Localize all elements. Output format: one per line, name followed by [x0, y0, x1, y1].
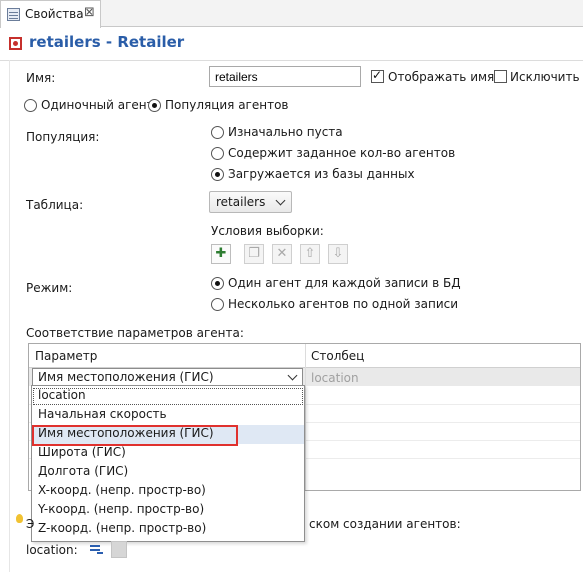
- lightbulb-icon: [16, 514, 23, 523]
- column-cell-placeholder[interactable]: location: [311, 371, 359, 385]
- chevron-down-icon: [275, 195, 286, 206]
- highlight-box: [32, 425, 238, 446]
- left-gutter: [9, 60, 10, 572]
- selection-label: Условия выборки:: [211, 224, 324, 238]
- population-radio[interactable]: [148, 99, 161, 112]
- column-header-parameter[interactable]: Параметр: [35, 349, 97, 363]
- close-icon[interactable]: ⊠: [84, 5, 95, 20]
- add-icon[interactable]: ✚: [211, 244, 231, 264]
- table-select-value: retailers: [216, 195, 266, 209]
- population-count-radio[interactable]: [211, 147, 224, 160]
- table-select[interactable]: retailers: [209, 191, 292, 213]
- dropdown-item[interactable]: Z-коорд. (непр. простр-во): [32, 520, 304, 539]
- properties-panel: Свойства ⊠ retailers - Retailer Имя: Ото…: [0, 0, 583, 572]
- population-option: Содержит заданное кол-во агентов: [228, 146, 456, 160]
- move-up-icon[interactable]: ⇧: [300, 244, 320, 264]
- exclude-label: Исключить: [510, 70, 580, 84]
- dropdown-item[interactable]: Широта (ГИС): [32, 444, 304, 463]
- location-field[interactable]: [111, 541, 127, 558]
- population-option: Изначально пуста: [228, 125, 343, 139]
- show-name-label: Отображать имя: [388, 70, 495, 84]
- population-option: Загружается из базы данных: [228, 167, 415, 181]
- dropdown-item[interactable]: location: [32, 387, 304, 406]
- population-empty-radio[interactable]: [211, 126, 224, 139]
- properties-icon: [7, 8, 20, 21]
- mode-one-per-record-radio[interactable]: [211, 277, 224, 290]
- tab-label: Свойства: [25, 7, 84, 21]
- mapping-label: Соответствие параметров агента:: [26, 326, 244, 340]
- hint-prefix: Э: [26, 517, 35, 531]
- name-field[interactable]: [209, 66, 361, 87]
- dropdown-item[interactable]: Начальная скорость: [32, 406, 304, 425]
- mode-option: Один агент для каждой записи в БД: [228, 276, 461, 290]
- chevron-down-icon: [287, 370, 298, 381]
- parameter-dropdown: location Начальная скорость Имя местопол…: [31, 385, 305, 542]
- population-label: Популяция агентов: [165, 98, 289, 112]
- header-divider: [0, 60, 583, 61]
- page-title: retailers - Retailer: [29, 33, 185, 51]
- tab-properties[interactable]: Свойства ⊠: [0, 0, 101, 28]
- show-name-checkbox[interactable]: [371, 68, 384, 83]
- move-down-icon[interactable]: ⇩: [328, 244, 348, 264]
- population-db-radio[interactable]: [211, 168, 224, 181]
- parameter-select[interactable]: Имя местоположения (ГИС): [32, 368, 303, 386]
- agent-type-icon: [9, 37, 22, 50]
- dropdown-item[interactable]: Y-коорд. (непр. простр-во): [32, 501, 304, 520]
- exclude-checkbox[interactable]: [494, 70, 507, 83]
- dropdown-item[interactable]: Долгота (ГИС): [32, 463, 304, 482]
- column-header-column[interactable]: Столбец: [311, 349, 364, 363]
- population-section-label: Популяция:: [26, 130, 100, 144]
- copy-icon[interactable]: ❐: [244, 244, 264, 264]
- mode-option: Несколько агентов по одной записи: [228, 297, 459, 311]
- delete-icon[interactable]: ✕: [272, 244, 292, 264]
- mode-label: Режим:: [26, 281, 73, 295]
- dropdown-item[interactable]: X-коорд. (непр. простр-во): [32, 482, 304, 501]
- parameter-select-value: Имя местоположения (ГИС): [38, 370, 214, 384]
- single-agent-label: Одиночный агент: [41, 98, 154, 112]
- location-label: location:: [26, 543, 78, 557]
- hint-text: ском создании агентов:: [309, 517, 461, 531]
- mode-multiple-radio[interactable]: [211, 298, 224, 311]
- name-label: Имя:: [26, 71, 56, 85]
- single-agent-radio[interactable]: [24, 99, 37, 112]
- code-edit-icon[interactable]: [90, 542, 104, 556]
- table-label: Таблица:: [26, 198, 84, 212]
- column-divider: [305, 344, 306, 490]
